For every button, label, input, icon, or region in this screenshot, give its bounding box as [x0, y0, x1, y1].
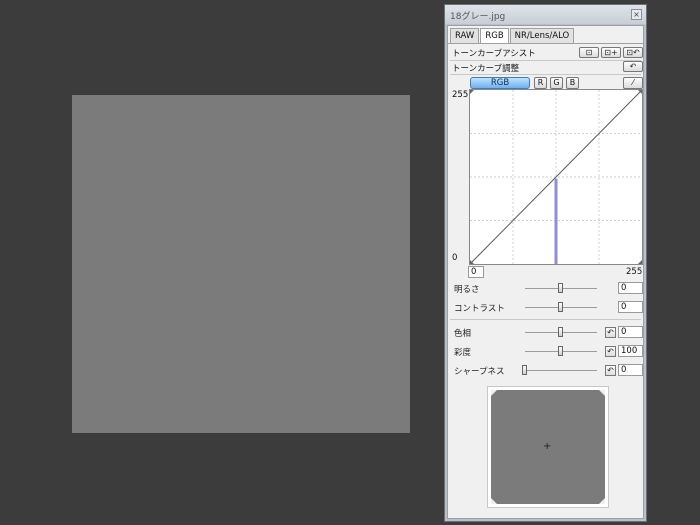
sharpness-slider-thumb[interactable]: [522, 365, 527, 375]
navigator[interactable]: +: [487, 386, 609, 508]
tab-rgb[interactable]: RGB: [480, 28, 509, 44]
curve-endpoint-handle[interactable]: [470, 90, 474, 94]
sharpness-label: シャープネス: [454, 367, 505, 377]
adjustment-panel: 18グレー.jpg × RAW RGB NR/Lens/ALO トーンカーブアシ…: [444, 4, 647, 522]
sharpness-value-field[interactable]: 0: [618, 364, 643, 376]
curve-y-max-label: 255: [452, 90, 469, 100]
brightness-slider-thumb[interactable]: [558, 283, 563, 293]
saturation-value-field[interactable]: 100: [618, 345, 643, 357]
panel-titlebar[interactable]: 18グレー.jpg ×: [445, 5, 646, 24]
channel-g-button[interactable]: G: [550, 77, 563, 89]
navigator-preview[interactable]: +: [491, 390, 605, 504]
hue-label: 色相: [454, 329, 472, 339]
tone-curve-reset-icon[interactable]: ↶: [623, 61, 643, 72]
tone-curve-svg[interactable]: [469, 89, 643, 265]
curve-y-min-label: 0: [452, 253, 458, 263]
divider: [450, 319, 641, 320]
hue-reset-icon[interactable]: ↶: [605, 327, 616, 338]
contrast-value-field[interactable]: 0: [618, 301, 643, 313]
saturation-label: 彩度: [454, 348, 472, 358]
close-icon[interactable]: ×: [631, 9, 642, 20]
eyedropper-icon[interactable]: ⁄: [623, 77, 643, 89]
tone-curve-adjust-label: トーンカーブ調整: [452, 64, 520, 74]
contrast-label: コントラスト: [454, 304, 505, 314]
panel-content: RAW RGB NR/Lens/ALO トーンカーブアシスト ⊡ ⊡+ ⊡↶ ト…: [447, 25, 644, 519]
panel-title: 18グレー.jpg: [450, 12, 506, 22]
curve-input-field[interactable]: 0: [468, 266, 484, 278]
brightness-value-field[interactable]: 0: [618, 282, 643, 294]
sharpness-reset-icon[interactable]: ↶: [605, 365, 616, 376]
brightness-label: 明るさ: [454, 285, 480, 295]
sharpness-slider-track[interactable]: [525, 370, 597, 371]
tab-nr-lens-alo[interactable]: NR/Lens/ALO: [509, 28, 575, 43]
histogram-bar: [554, 178, 558, 264]
image-preview[interactable]: [72, 95, 410, 433]
hue-value-field[interactable]: 0: [618, 326, 643, 338]
saturation-slider-thumb[interactable]: [558, 346, 563, 356]
saturation-reset-icon[interactable]: ↶: [605, 346, 616, 357]
assist-add-icon[interactable]: ⊡+: [601, 47, 621, 58]
divider: [450, 74, 641, 75]
channel-b-button[interactable]: B: [566, 77, 579, 89]
channel-rgb-button[interactable]: RGB: [470, 77, 530, 89]
tone-curve-graph[interactable]: [469, 89, 643, 265]
contrast-slider-thumb[interactable]: [558, 302, 563, 312]
assist-reset-icon[interactable]: ⊡↶: [623, 47, 643, 58]
crosshair-icon: +: [543, 441, 552, 452]
channel-r-button[interactable]: R: [534, 77, 547, 89]
curve-endpoint-handle[interactable]: [638, 260, 642, 264]
tab-divider: [448, 43, 643, 44]
hue-slider-thumb[interactable]: [558, 327, 563, 337]
divider: [450, 60, 641, 61]
assist-apply-icon[interactable]: ⊡: [579, 47, 599, 58]
tone-curve-assist-label: トーンカーブアシスト: [452, 49, 536, 59]
curve-x-max-label: 255: [626, 267, 643, 277]
tab-raw[interactable]: RAW: [450, 28, 480, 43]
tab-bar: RAW RGB NR/Lens/ALO: [450, 28, 575, 44]
